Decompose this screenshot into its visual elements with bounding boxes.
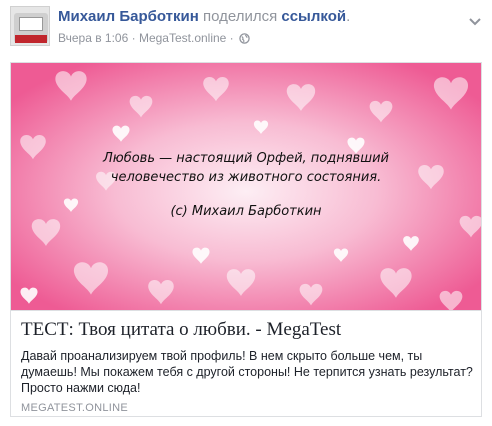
- meta-separator-2: ·: [226, 31, 238, 45]
- author-name-link[interactable]: Михаил Барботкин: [58, 8, 199, 25]
- image-quote: Любовь — настоящий Орфей, поднявший чело…: [11, 63, 481, 310]
- quote-line-2: человечество из животного состояния.: [110, 170, 382, 185]
- author-avatar[interactable]: [10, 6, 50, 46]
- link-domain: MEGATEST.ONLINE: [21, 402, 128, 414]
- chevron-down-icon[interactable]: [468, 14, 482, 26]
- link-title[interactable]: ТЕСТ: Твоя цитата о любви. - MegaTest: [21, 319, 341, 341]
- trailing-dot: .: [346, 8, 351, 25]
- link-description: Давай проанализируем твой профиль! В нем…: [21, 349, 473, 395]
- link-preview-body[interactable]: ТЕСТ: Твоя цитата о любви. - MegaTest Да…: [11, 310, 481, 416]
- post-header: Михаил Барботкин поделился ссылкой.: [58, 8, 350, 25]
- globe-icon[interactable]: [239, 33, 250, 47]
- timestamp-link[interactable]: Вчера в 1:06: [58, 31, 128, 45]
- source-link[interactable]: MegaTest.online: [139, 31, 226, 45]
- quote-line-1: Любовь — настоящий Орфей, поднявший: [102, 151, 390, 166]
- avatar-red-band: [15, 35, 47, 43]
- post-meta: Вчера в 1:06 · MegaTest.online ·: [58, 31, 250, 47]
- action-text: поделился: [198, 8, 282, 25]
- link-preview-image[interactable]: Любовь — настоящий Орфей, поднявший чело…: [11, 63, 481, 310]
- link-preview-card[interactable]: Любовь — настоящий Орфей, поднявший чело…: [10, 62, 482, 417]
- shared-object-link[interactable]: ссылкой: [281, 8, 346, 25]
- avatar-sign: [19, 17, 43, 31]
- quote-author: (c) Михаил Барботкин: [170, 204, 322, 219]
- meta-separator: ·: [128, 31, 139, 45]
- shared-link-post: Михаил Барботкин поделился ссылкой. Вчер…: [0, 0, 492, 426]
